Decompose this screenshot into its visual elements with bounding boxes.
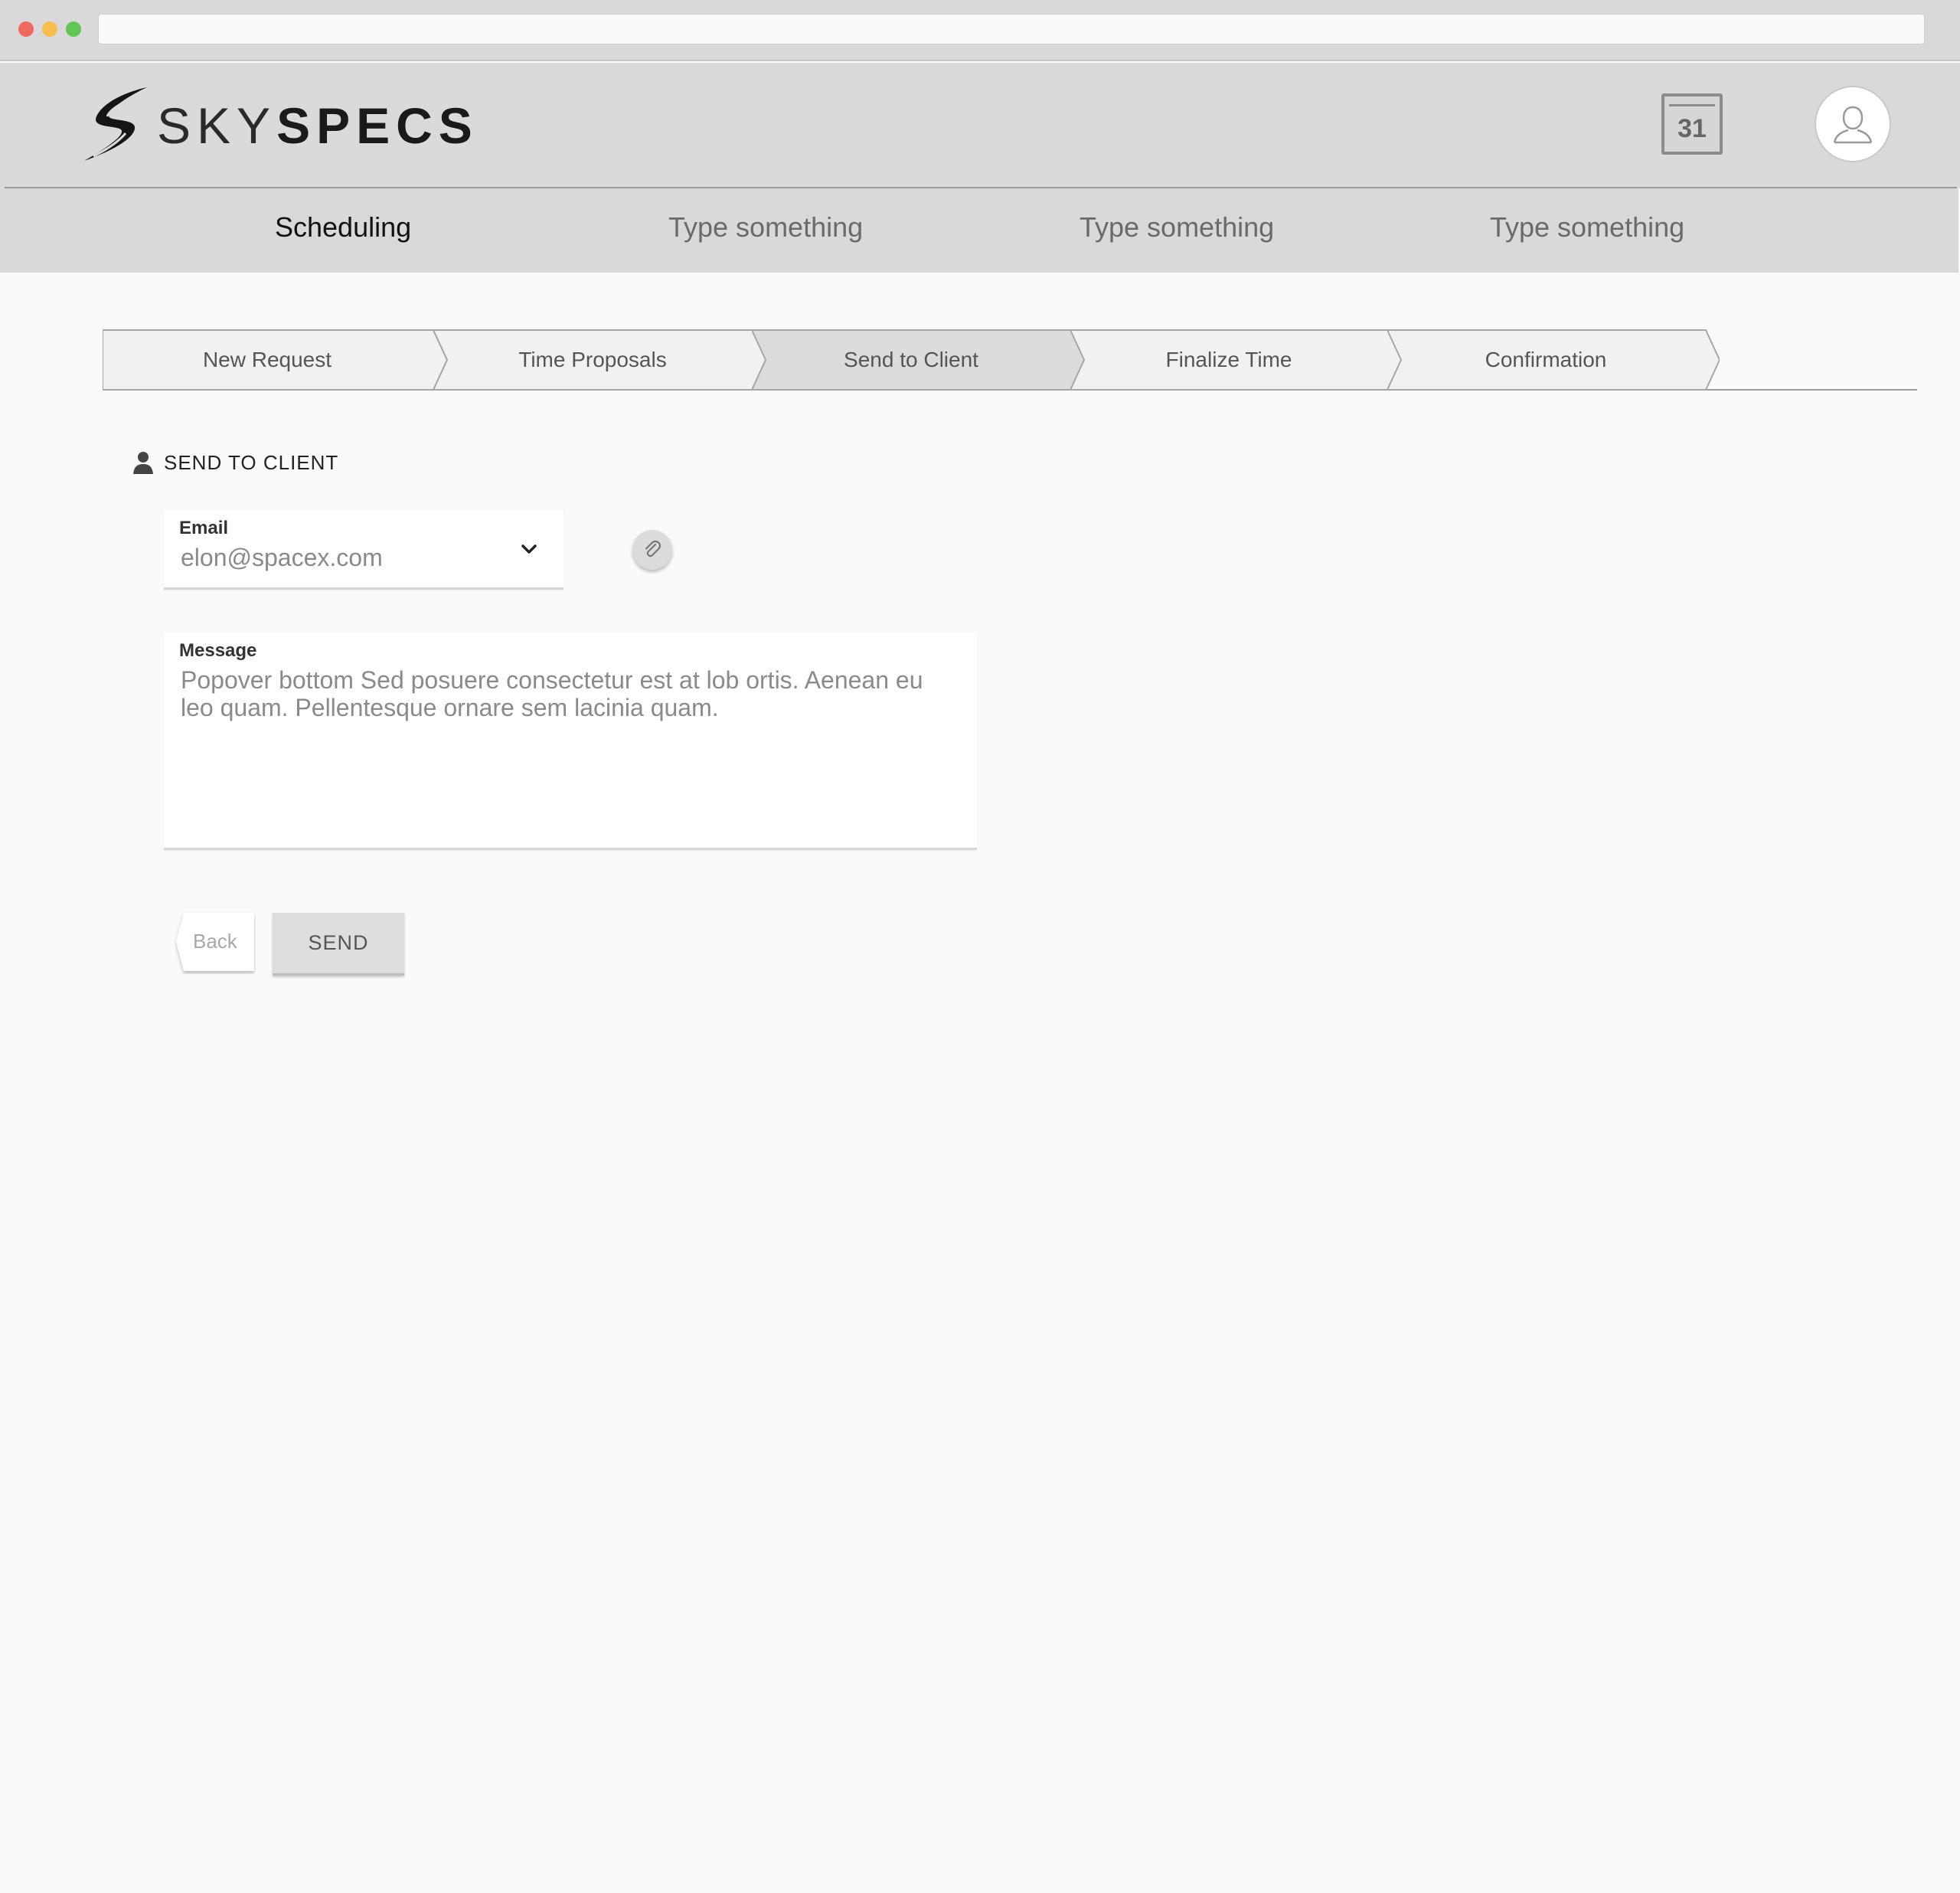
step-label: Confirmation: [1485, 348, 1607, 371]
window-close-button[interactable]: [18, 21, 34, 37]
calendar-icon: 31: [1677, 113, 1707, 143]
nav-item-4[interactable]: Type something: [1490, 211, 1684, 244]
app-header: SKYSPECS 31: [0, 63, 1960, 188]
step-label: Finalize Time: [1165, 348, 1292, 371]
user-avatar-icon: [1833, 106, 1873, 144]
window-minimize-button[interactable]: [42, 21, 57, 37]
person-icon: [133, 452, 153, 474]
back-button[interactable]: Back: [175, 911, 256, 973]
brand-name-light: SKY: [157, 97, 277, 154]
step-label: New Request: [202, 348, 332, 371]
back-button-label: Back: [193, 930, 237, 953]
message-value: Popover bottom Sed posuere consectetur e…: [181, 666, 923, 721]
skyspecs-logo-icon: [84, 87, 147, 161]
step-label: Send to Client: [844, 348, 978, 371]
main-nav: Scheduling Type something Type something…: [0, 188, 1958, 273]
user-avatar-button[interactable]: [1815, 86, 1891, 162]
message-label: Message: [179, 640, 257, 661]
email-select[interactable]: Email elon@spacex.com: [164, 510, 564, 590]
step-confirmation[interactable]: Confirmation: [1387, 329, 1720, 391]
step-send-to-client[interactable]: Send to Client: [752, 329, 1086, 391]
nav-item-3[interactable]: Type something: [1080, 211, 1274, 244]
window-maximize-button[interactable]: [66, 21, 81, 37]
send-button[interactable]: SEND: [273, 913, 404, 976]
nav-item-2[interactable]: Type something: [668, 211, 863, 244]
step-time-proposals[interactable]: Time Proposals: [433, 329, 767, 391]
section-title: SEND TO CLIENT: [132, 450, 338, 475]
brand-wordmark: SKYSPECS: [157, 98, 479, 153]
calendar-button[interactable]: 31: [1661, 93, 1723, 155]
attach-button[interactable]: [632, 530, 672, 570]
email-label: Email: [179, 518, 229, 538]
nav-item-scheduling[interactable]: Scheduling: [275, 211, 411, 244]
progress-stepper: New Request Time Proposals Send to Clien…: [103, 329, 1917, 391]
section-title-text: SEND TO CLIENT: [164, 450, 339, 474]
address-bar[interactable]: [98, 14, 1925, 44]
browser-chrome: [0, 0, 1960, 61]
step-new-request[interactable]: New Request: [103, 329, 447, 391]
paperclip-icon: [645, 540, 661, 557]
step-label: Time Proposals: [518, 348, 667, 371]
message-textarea[interactable]: Message Popover bottom Sed posuere conse…: [164, 633, 977, 850]
email-value: elon@spacex.com: [181, 544, 383, 571]
step-finalize-time[interactable]: Finalize Time: [1070, 329, 1403, 391]
brand-name-bold: SPECS: [276, 97, 479, 154]
chevron-down-icon[interactable]: [519, 539, 539, 559]
